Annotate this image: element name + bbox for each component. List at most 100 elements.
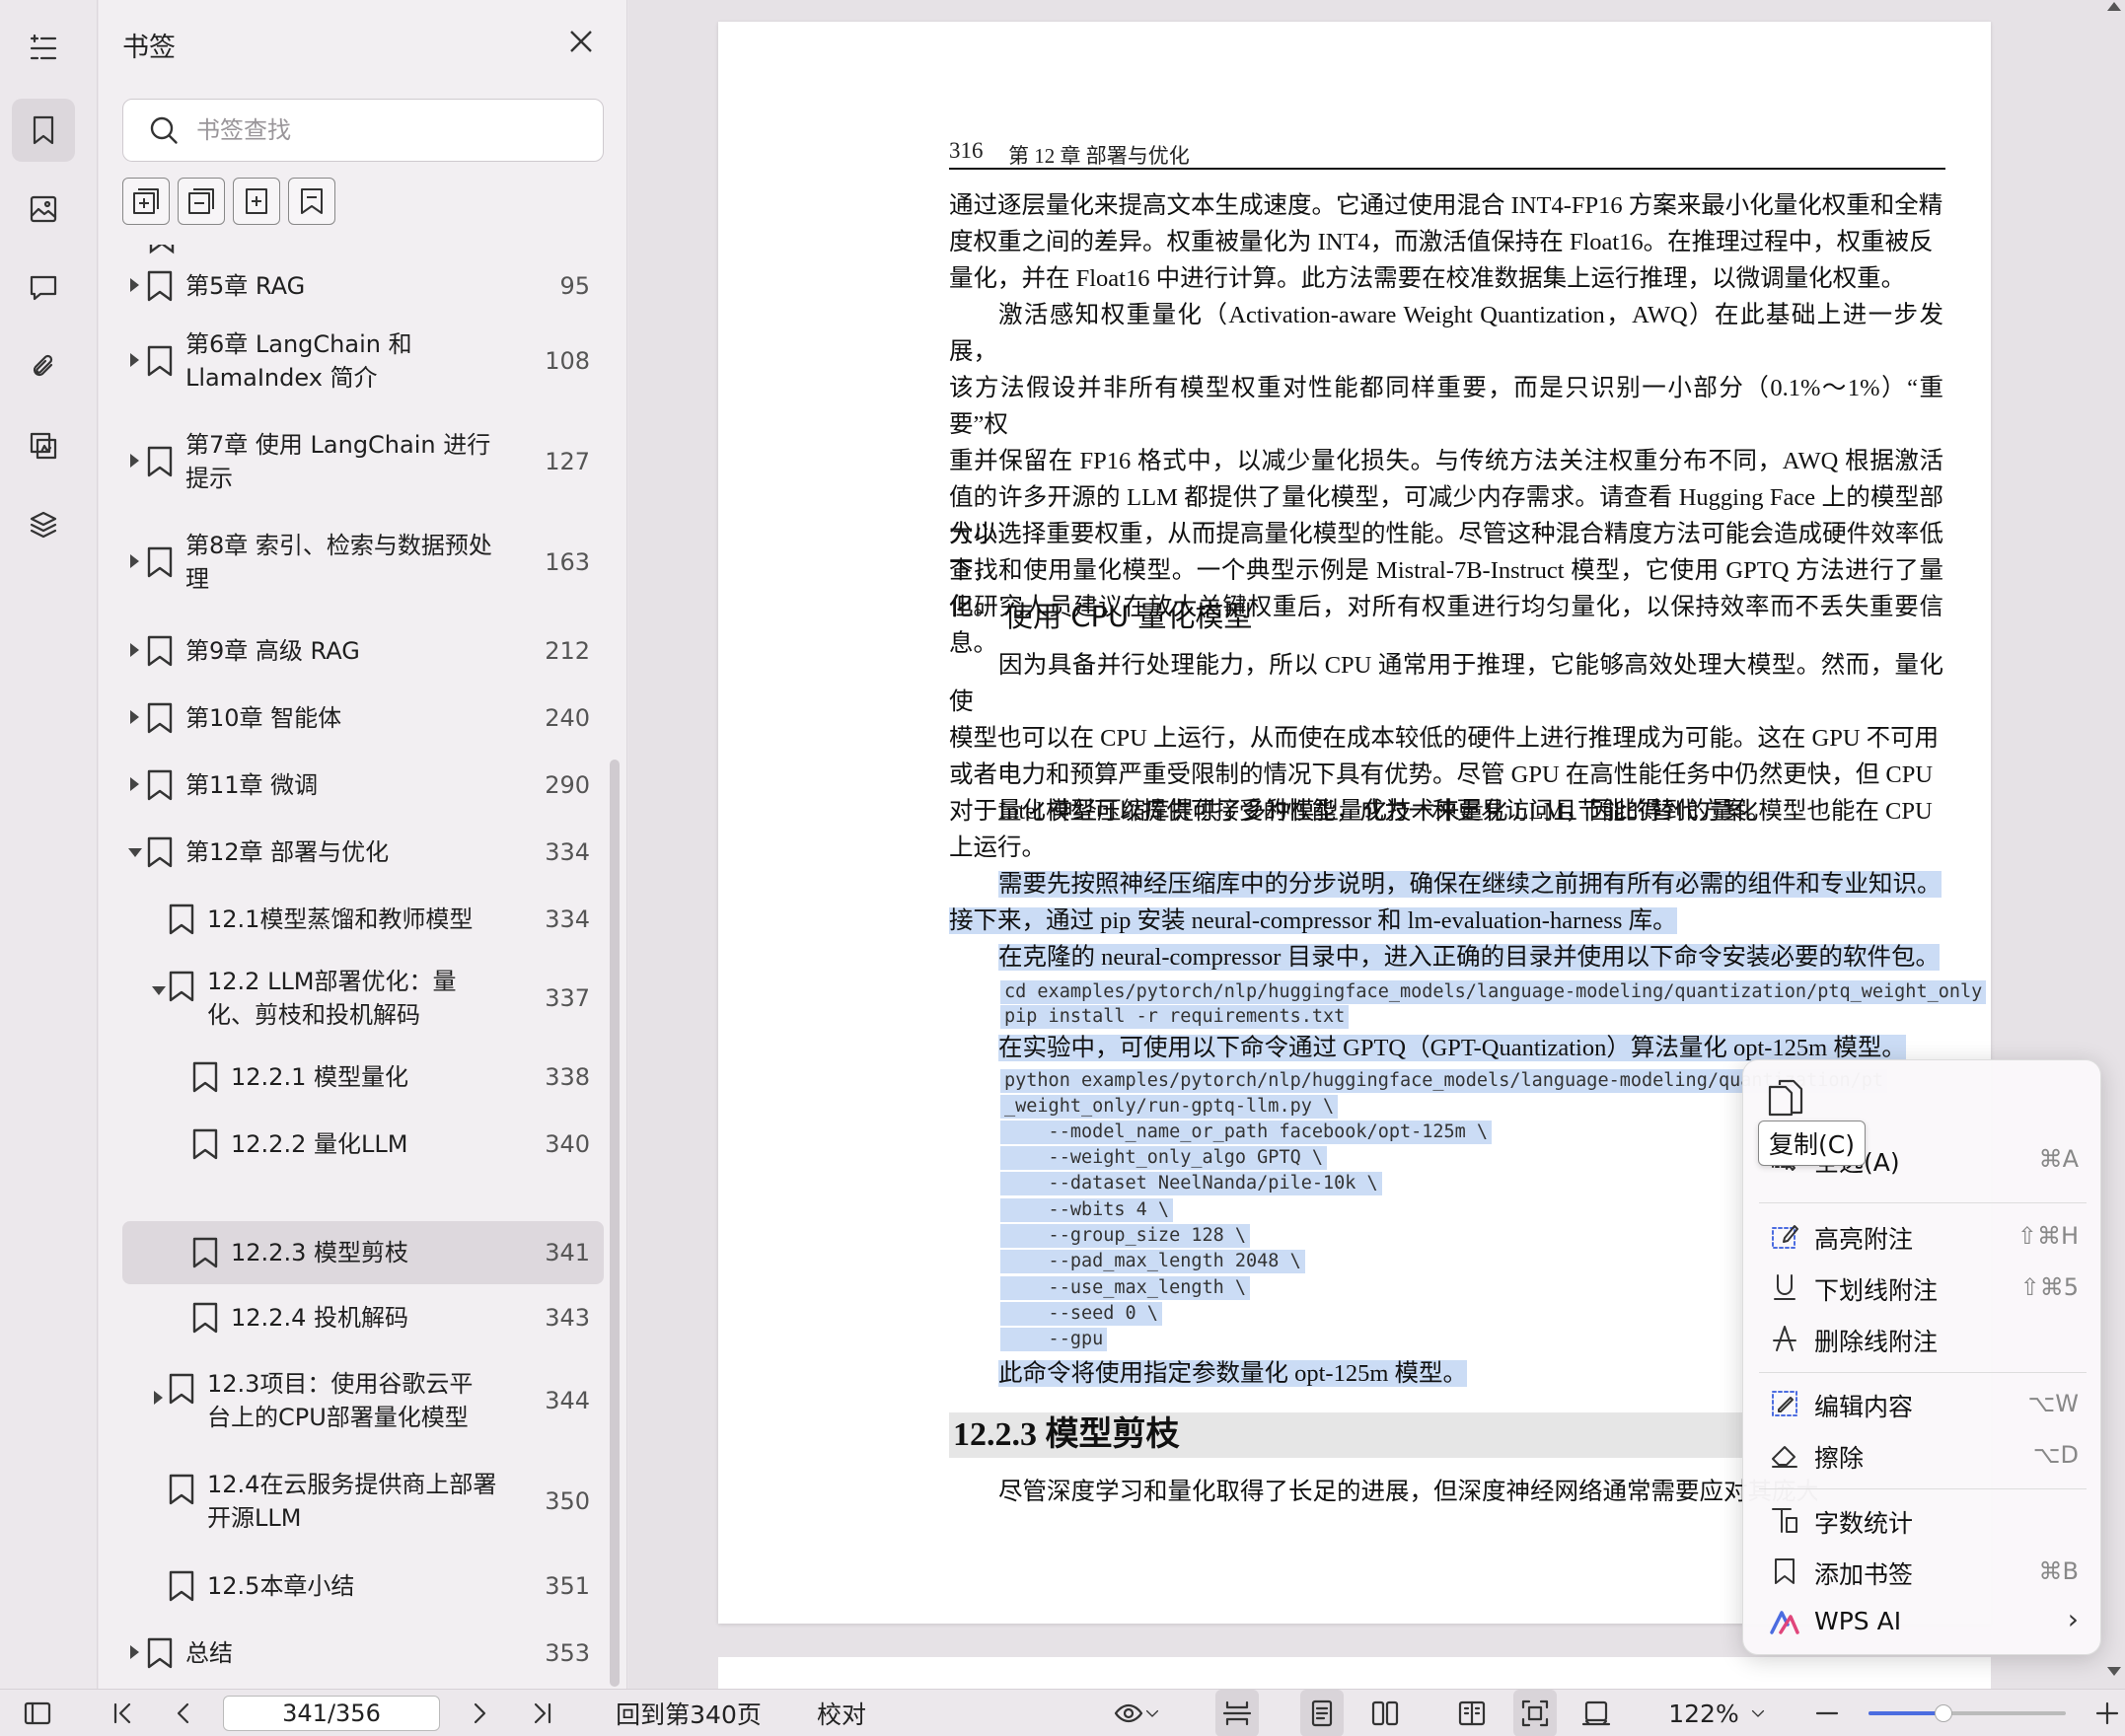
thumbnails-icon[interactable]	[12, 178, 75, 241]
menu-item-wps-ai[interactable]: WPS AI ›	[1759, 1599, 2087, 1646]
expand-arrow-icon[interactable]	[130, 777, 139, 791]
zoom-slider-knob[interactable]	[1935, 1704, 1952, 1722]
bookmark-page: 163	[545, 548, 590, 576]
bookmark-icon	[146, 269, 174, 303]
layers-icon[interactable]	[12, 493, 75, 556]
text-line: 度权重之间的差异。权重被量化为 INT4，而激活值保持在 Float16。在推理…	[949, 229, 1934, 255]
prev-page-icon[interactable]	[164, 1690, 203, 1736]
bookmark-label: 12.2.2 量化LLM	[231, 1130, 408, 1158]
fit-width-icon[interactable]	[1575, 1690, 1618, 1736]
collapse-arrow-icon[interactable]	[152, 986, 166, 995]
code-line[interactable]: --weight_only_algo GPTQ \	[1000, 1146, 1328, 1170]
bookmark-icon	[1769, 1555, 1800, 1587]
scroll-down-icon[interactable]	[2107, 1667, 2121, 1676]
bookmark-item[interactable]: 12.1模型蒸馏和教师模型 334	[122, 890, 604, 949]
collapse-all-button[interactable]	[178, 178, 225, 225]
selected-paragraph[interactable]: 在克隆的 neural-compressor 目录中，进入正确的目录并使用以下命…	[949, 939, 1943, 976]
bookmark-item[interactable]: 第6章 LangChain 和 LlamaIndex 简介 108	[122, 320, 604, 402]
menu-item-strikethrough[interactable]: 删除线附注	[1759, 1315, 2087, 1362]
bookmark-item-selected[interactable]: 12.2.3 模型剪枝 341	[122, 1221, 604, 1284]
add-bookmark-button[interactable]	[233, 178, 280, 225]
fit-page-icon[interactable]	[1513, 1690, 1557, 1736]
bookmark-item[interactable]: 12.5本章小结 351	[122, 1556, 604, 1616]
bookmark-label: 第6章 LangChain 和 LlamaIndex 简介	[185, 330, 412, 392]
bookmarks-icon[interactable]	[12, 99, 75, 162]
scroll-up-icon[interactable]	[2107, 2, 2121, 11]
zoom-slider[interactable]	[1869, 1704, 2066, 1722]
bookmark-item[interactable]: 第10章 智能体 240	[122, 688, 604, 748]
expand-arrow-icon[interactable]	[130, 454, 139, 468]
code-line[interactable]: --seed 0 \	[1000, 1302, 1162, 1326]
book-mode-icon[interactable]	[1450, 1690, 1494, 1736]
bookmark-item[interactable]: 第8章 索引、检索与数据预处理 163	[122, 521, 604, 604]
bookmark-search-input[interactable]	[196, 116, 571, 144]
bookmark-item[interactable]: 第12章 部署与优化 334	[122, 823, 604, 882]
expand-arrow-icon[interactable]	[130, 1645, 139, 1659]
code-line[interactable]: --dataset NeelNanda/pile-10k \	[1000, 1172, 1382, 1195]
bookmark-item[interactable]: 第9章 高级 RAG 212	[122, 621, 604, 681]
code-line[interactable]: --wbits 4 \	[1000, 1198, 1174, 1222]
expand-arrow-icon[interactable]	[130, 643, 139, 657]
page-number-input[interactable]	[223, 1696, 440, 1731]
two-page-icon[interactable]	[1363, 1690, 1407, 1736]
next-page-icon[interactable]	[460, 1690, 499, 1736]
single-page-icon[interactable]	[1300, 1690, 1344, 1736]
bookmark-item[interactable]: 12.4在云服务提供商上部署开源LLM 350	[122, 1460, 604, 1543]
last-page-icon[interactable]	[523, 1690, 562, 1736]
menu-shortcut: ⌥D	[2032, 1441, 2079, 1469]
continuous-scroll-icon[interactable]	[1215, 1690, 1259, 1736]
bookmark-item[interactable]: 12.3项目：使用谷歌云平台上的CPU部署量化模型 344	[122, 1359, 604, 1442]
paragraph: 通过逐层量化来提高文本生成速度。它通过使用混合 INT4-FP16 方案来最小化…	[949, 187, 1943, 297]
code-line[interactable]: _weight_only/run-gptq-llm.py \	[1000, 1095, 1339, 1119]
code-line[interactable]: --gpu	[1000, 1328, 1108, 1351]
attachment-icon[interactable]	[12, 335, 75, 398]
expand-arrow-icon[interactable]	[130, 554, 139, 568]
bookmark-item[interactable]: 总结 353	[122, 1624, 604, 1683]
first-page-icon[interactable]	[103, 1690, 142, 1736]
bookmark-item[interactable]: 第7章 使用 LangChain 进行提示 127	[122, 420, 604, 503]
menu-item-underline[interactable]: 下划线附注 ⇧⌘5	[1759, 1264, 2087, 1311]
code-line[interactable]: --group_size 128 \	[1000, 1224, 1251, 1248]
menu-item-word-count[interactable]: 字数统计	[1759, 1496, 2087, 1544]
menu-item-edit-content[interactable]: 编辑内容 ⌥W	[1759, 1380, 2087, 1427]
back-to-page-button[interactable]: 回到第340页	[610, 1690, 768, 1736]
comments-icon[interactable]	[12, 256, 75, 320]
bookmark-item[interactable]: 第11章 微调 290	[122, 756, 604, 815]
bookmark-item[interactable]: 12.2.4 投机解码 343	[122, 1288, 604, 1347]
bookmark-item[interactable]: 12.2.1 模型量化 338	[122, 1048, 604, 1107]
bookmark-item[interactable]: 12.2 LLM部署优化：量化、剪枝和投机解码 337	[122, 957, 604, 1040]
menu-item-erase[interactable]: 擦除 ⌥D	[1759, 1431, 2087, 1479]
bookmark-item[interactable]: 12.2.2 量化LLM 340	[122, 1115, 604, 1174]
signature-icon[interactable]	[12, 414, 75, 477]
selected-paragraph[interactable]: 需要先按照神经压缩库中的分步说明，确保在继续之前拥有所有必需的组件和专业知识。 …	[949, 866, 1943, 939]
highlight-icon	[1769, 1220, 1800, 1252]
close-icon[interactable]	[565, 26, 597, 57]
copy-icon[interactable]	[1764, 1079, 1807, 1122]
code-line[interactable]: --use_max_length \	[1000, 1276, 1251, 1300]
code-line[interactable]: pip install -r requirements.txt	[1000, 1005, 1350, 1029]
expand-all-button[interactable]	[122, 178, 170, 225]
code-line[interactable]: --model_name_or_path facebook/opt-125m \	[1000, 1121, 1493, 1144]
expand-arrow-icon[interactable]	[154, 1391, 163, 1405]
outline-icon[interactable]	[12, 16, 75, 79]
code-line[interactable]: cd examples/pytorch/nlp/huggingface_mode…	[1000, 980, 1987, 1004]
view-mode-dropdown[interactable]	[1103, 1690, 1172, 1736]
expand-arrow-icon[interactable]	[130, 353, 139, 367]
zoom-in-icon[interactable]	[2089, 1690, 2125, 1736]
bookmark-label: 12.2.4 投机解码	[231, 1304, 408, 1332]
menu-item-add-bookmark[interactable]: 添加书签 ⌘B	[1759, 1548, 2087, 1595]
code-line[interactable]: --pad_max_length 2048 \	[1000, 1250, 1305, 1273]
remove-bookmark-button[interactable]	[288, 178, 335, 225]
menu-item-highlight[interactable]: 高亮附注 ⇧⌘H	[1759, 1212, 2087, 1260]
zoom-dropdown[interactable]: 122%	[1663, 1690, 1772, 1736]
collapse-arrow-icon[interactable]	[128, 848, 142, 857]
proofread-button[interactable]: 校对	[807, 1690, 876, 1736]
toggle-sidebar-icon[interactable]	[18, 1690, 57, 1736]
expand-arrow-icon[interactable]	[130, 710, 139, 724]
zoom-out-icon[interactable]	[1809, 1690, 1845, 1736]
bookmark-scrollbar[interactable]	[610, 760, 620, 1687]
expand-arrow-icon[interactable]	[130, 278, 139, 292]
text-line: 该方法假设并非所有模型权重对性能都同样重要，而是只识别一小部分（0.1%～1%）…	[949, 375, 1943, 438]
bookmark-item[interactable]: 第5章 RAG 95	[122, 256, 604, 316]
bookmark-label: 12.2.3 模型剪枝	[231, 1239, 408, 1266]
